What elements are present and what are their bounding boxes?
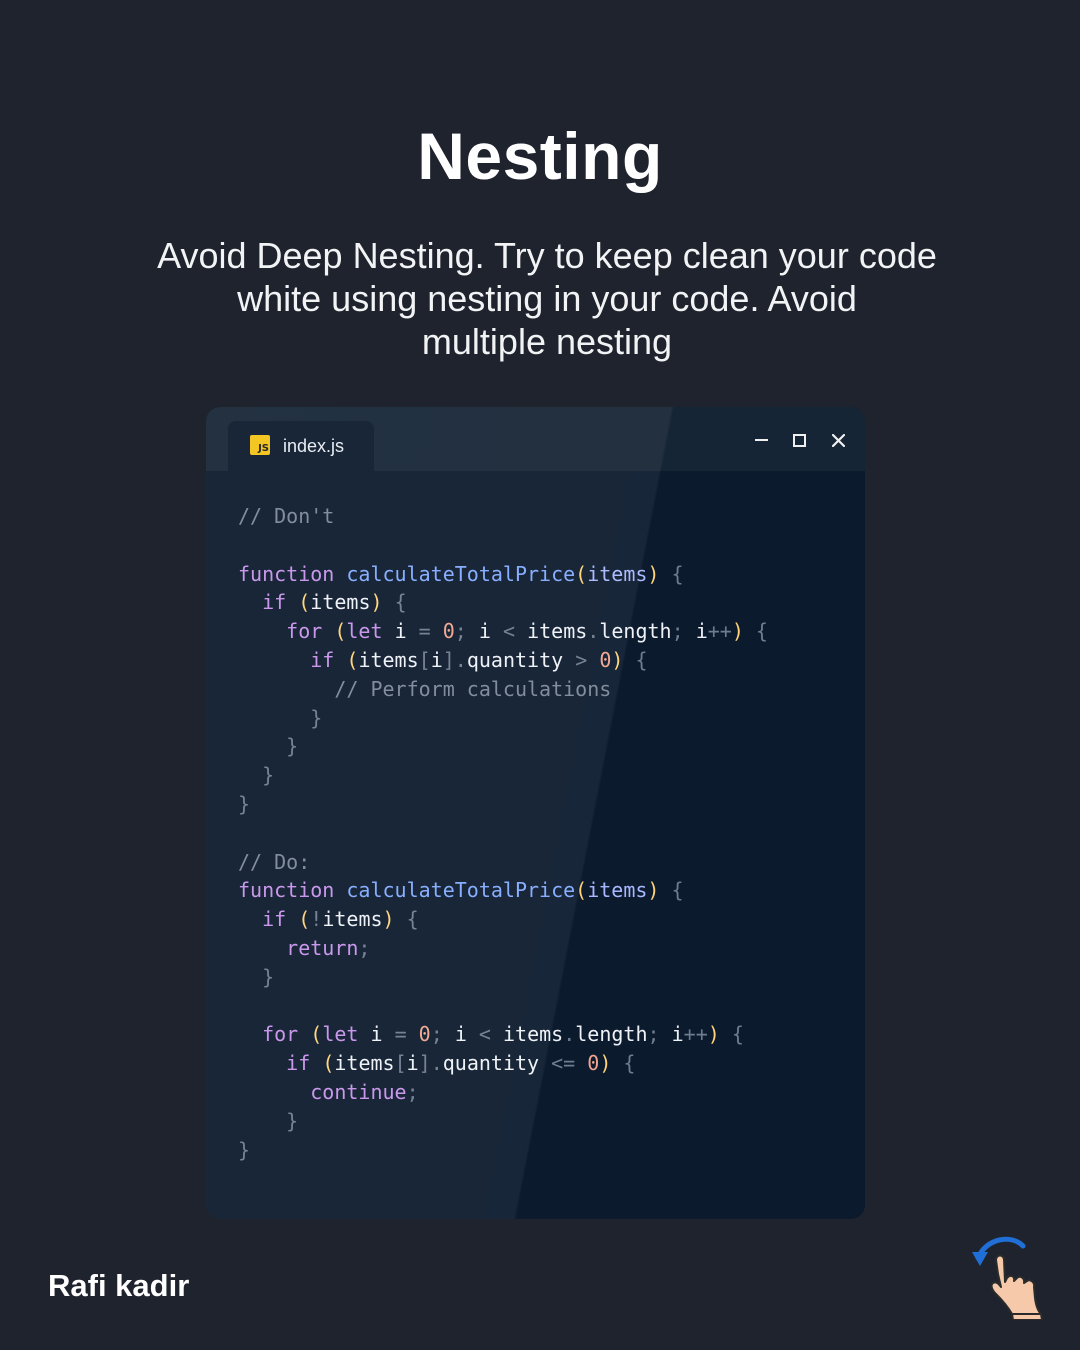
code-line: } xyxy=(238,1137,251,1162)
close-icon[interactable] xyxy=(827,429,849,451)
subtitle-line: white using nesting in your code. Avoid xyxy=(237,278,857,319)
tab-label: index.js xyxy=(283,436,345,456)
code-line: } xyxy=(262,964,275,989)
code-block[interactable]: // Don't​function calculateTotalPrice(it… xyxy=(238,502,768,1164)
code-line: function calculateTotalPrice(items) { xyxy=(238,561,684,586)
tab-index-js[interactable]: JS index.js xyxy=(228,421,374,471)
code-line: // Perform calculations xyxy=(334,676,612,701)
minimize-icon[interactable] xyxy=(750,429,772,451)
page-subtitle: Avoid Deep Nesting. Try to keep clean yo… xyxy=(110,234,984,363)
editor-titlebar: JS index.js xyxy=(206,407,865,471)
code-line: continue; xyxy=(310,1079,419,1104)
code-line: if (items) { xyxy=(262,590,407,615)
code-line: ​ xyxy=(238,992,768,1021)
code-line: ​ xyxy=(238,819,768,848)
code-line: // Do: xyxy=(238,849,311,874)
maximize-icon[interactable] xyxy=(788,429,810,451)
code-line: for (let i = 0; i < items.length; i++) { xyxy=(262,1022,744,1047)
code-line: } xyxy=(262,763,275,788)
code-line: if (!items) { xyxy=(262,907,419,932)
js-file-icon: JS xyxy=(250,435,270,455)
author-name: Rafi kadir xyxy=(48,1268,190,1303)
code-line: return; xyxy=(286,935,371,960)
code-line: } xyxy=(310,705,323,730)
code-line: ​ xyxy=(238,531,768,560)
code-line: } xyxy=(238,791,251,816)
subtitle-line: multiple nesting xyxy=(421,321,673,362)
code-line: for (let i = 0; i < items.length; i++) { xyxy=(286,619,768,644)
code-line: if (items[i].quantity > 0) { xyxy=(310,647,648,672)
swipe-hand-icon xyxy=(968,1232,1048,1325)
page-title: Nesting xyxy=(417,119,663,193)
code-editor-window: JS index.js // Don't​function calculateT… xyxy=(206,407,865,1219)
code-line: function calculateTotalPrice(items) { xyxy=(238,878,684,903)
subtitle-line: Avoid Deep Nesting. Try to keep clean yo… xyxy=(157,235,937,276)
code-line: if (items[i].quantity <= 0) { xyxy=(286,1051,636,1076)
code-line: } xyxy=(286,1108,299,1133)
code-line: } xyxy=(286,734,299,759)
code-line: // Don't xyxy=(238,504,335,528)
